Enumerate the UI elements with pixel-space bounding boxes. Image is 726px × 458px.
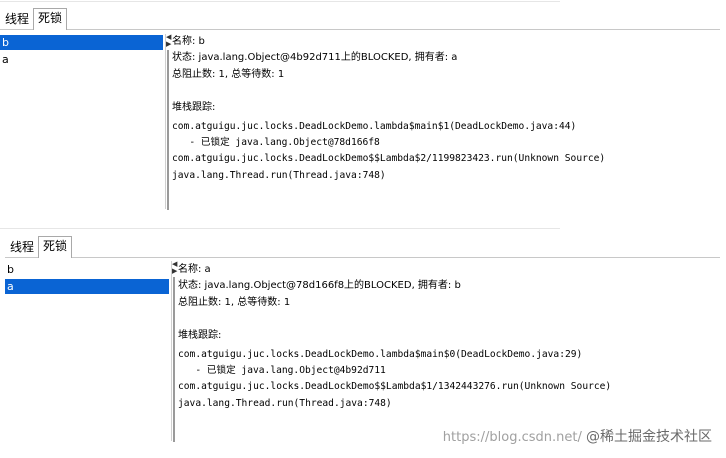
thread-list[interactable]: b a [5,261,172,441]
thread-item-b[interactable]: b [0,35,163,50]
stack-frame: com.atguigu.juc.locks.DeadLockDemo.lambd… [178,349,583,360]
thread-item-a[interactable]: a [0,52,163,67]
thread-list[interactable]: b a [0,34,166,209]
thread-details: 名称: a 状态: java.lang.Object@78d166f8上的BLO… [178,264,722,444]
stack-trace-header: 堆栈跟踪: [178,330,222,341]
tab-bar: 线程 死锁 [0,8,720,30]
stack-frame: java.lang.Thread.run(Thread.java:748) [172,170,386,181]
stack-frame: java.lang.Thread.run(Thread.java:748) [178,398,392,409]
stack-trace-header: 堆栈跟踪: [172,102,216,113]
thread-item-a[interactable]: a [5,279,169,294]
tab-deadlock[interactable]: 死锁 [38,236,73,258]
detail-name: 名称: a [178,264,211,275]
stack-frame: - 已锁定 java.lang.Object@78d166f8 [172,137,380,148]
tab-threads[interactable]: 线程 [0,9,34,29]
detail-counts: 总阻止数: 1, 总等待数: 1 [178,297,291,308]
splitter-arrows-icon[interactable]: ◀ ▶ [166,34,171,48]
tab-deadlock[interactable]: 死锁 [33,8,68,30]
detail-state: 状态: java.lang.Object@78d166f8上的BLOCKED, … [178,280,461,291]
tab-threads[interactable]: 线程 [5,237,39,257]
stack-frame: com.atguigu.juc.locks.DeadLockDemo$$Lamb… [172,153,606,164]
stack-frame: com.atguigu.juc.locks.DeadLockDemo$$Lamb… [178,381,612,392]
watermark-url: https://blog.csdn.net/ [442,430,582,445]
thread-item-b[interactable]: b [5,262,169,277]
top-divider [0,228,560,229]
splitter-arrows-icon[interactable]: ◀ ▶ [172,261,177,275]
watermark: https://blog.csdn.net/ @稀土掘金技术社区 [443,426,712,446]
watermark-brand: @稀土掘金技术社区 [586,429,712,445]
detail-counts: 总阻止数: 1, 总等待数: 1 [172,69,285,80]
detail-name: 名称: b [172,36,205,47]
deadlock-panel-1: 线程 死锁 b a ◀ ▶ 名称: b 状态: java.lang.Object@… [0,0,726,215]
splitter[interactable] [167,50,169,210]
stack-frame: - 已锁定 java.lang.Object@4b92d711 [178,365,386,376]
splitter[interactable] [173,277,175,442]
top-divider [0,1,560,2]
stack-frame: com.atguigu.juc.locks.DeadLockDemo.lambd… [172,121,577,132]
tab-bar: 线程 死锁 [5,236,720,258]
thread-details: 名称: b 状态: java.lang.Object@4b92d711上的BLO… [172,36,722,211]
deadlock-panel-2: 线程 死锁 b a ◀ ▶ 名称: a 状态: java.lang.Object@… [0,228,726,458]
detail-state: 状态: java.lang.Object@4b92d711上的BLOCKED, … [172,52,458,63]
